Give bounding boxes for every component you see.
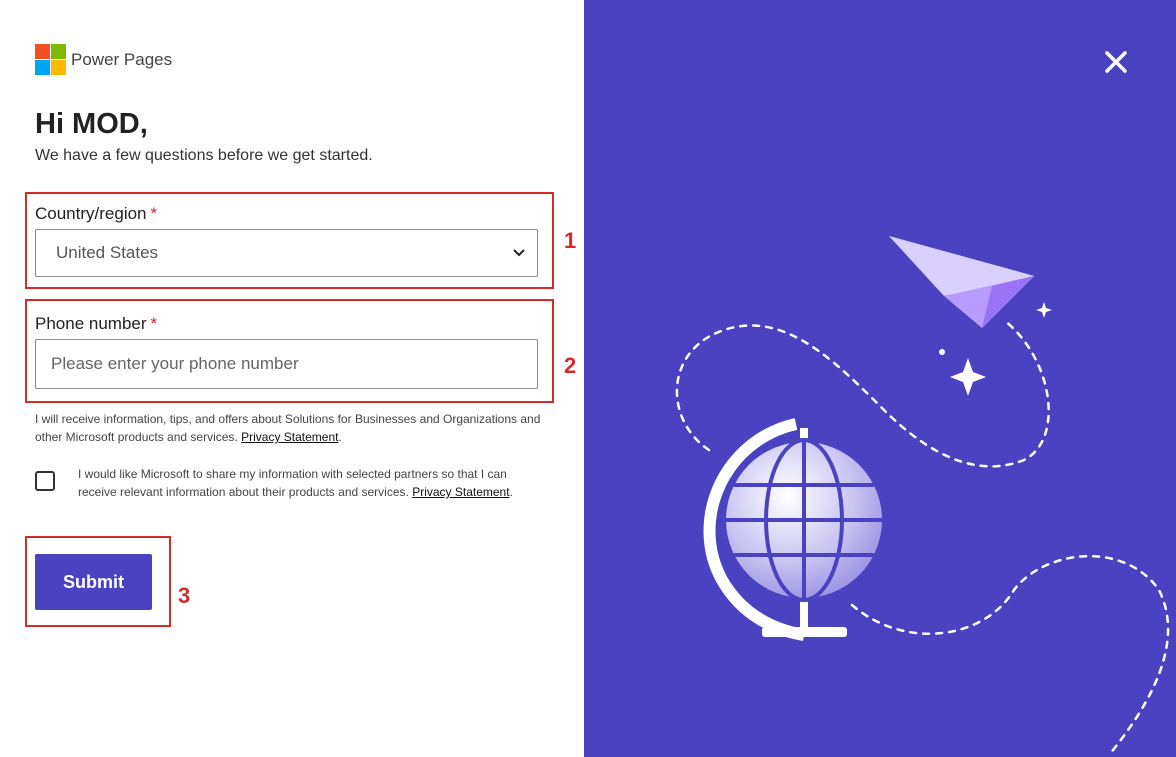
- page-subtitle: We have a few questions before we get st…: [35, 147, 373, 164]
- phone-label-text: Phone number: [35, 314, 147, 333]
- phone-label: Phone number *: [35, 314, 157, 334]
- globe-paper-plane-illustration: [675, 236, 1170, 757]
- share-info-text: I would like Microsoft to share my infor…: [78, 467, 513, 499]
- privacy-statement-link[interactable]: Privacy Statement: [241, 430, 338, 444]
- signup-dialog: Power Pages Hi MOD, We have a few questi…: [0, 0, 1176, 757]
- step-number-1: 1: [564, 228, 577, 253]
- illustration-panel: [584, 0, 1176, 757]
- submit-button[interactable]: Submit: [35, 554, 152, 610]
- step-number-2: 2: [564, 353, 577, 378]
- country-select[interactable]: United States: [35, 229, 538, 277]
- form-panel: Power Pages Hi MOD, We have a few questi…: [0, 0, 584, 757]
- step-number-3: 3: [178, 583, 191, 608]
- country-label-text: Country/region: [35, 204, 147, 223]
- brand-name: Power Pages: [71, 49, 173, 69]
- chevron-down-icon: [513, 249, 525, 257]
- country-label: Country/region *: [35, 204, 157, 224]
- required-mark: *: [150, 204, 158, 223]
- page-title: Hi MOD,: [35, 108, 148, 140]
- consent-text: I will receive information, tips, and of…: [35, 412, 541, 444]
- brand: Power Pages: [35, 44, 172, 75]
- required-mark: *: [150, 314, 158, 333]
- privacy-statement-link[interactable]: Privacy Statement: [412, 485, 509, 499]
- country-selected-value: United States: [56, 243, 159, 262]
- phone-number-input[interactable]: [35, 339, 538, 389]
- microsoft-logo-icon: [35, 44, 66, 75]
- share-info-checkbox[interactable]: [35, 471, 55, 491]
